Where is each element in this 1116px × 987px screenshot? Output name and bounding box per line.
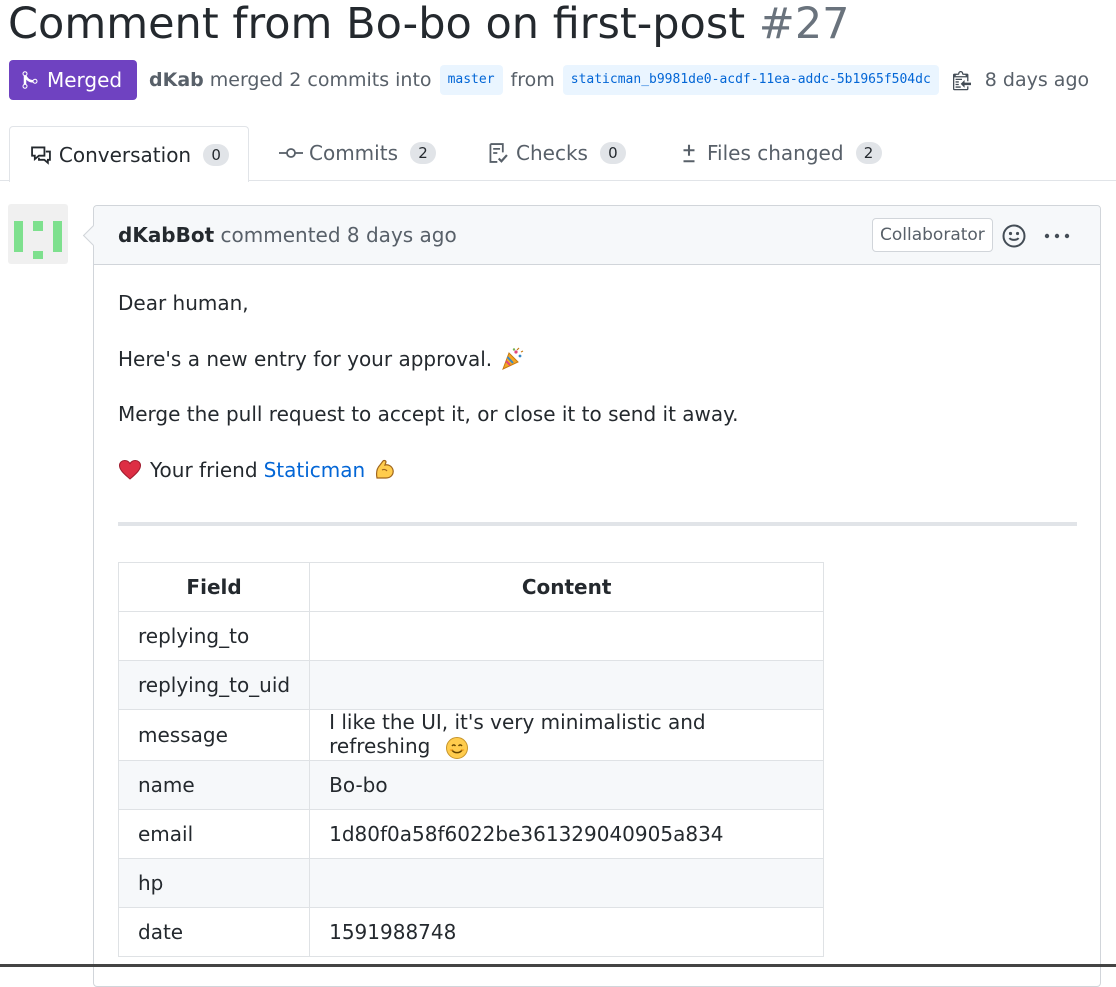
content-cell: I like the UI, it's very minimalistic an… [309, 709, 825, 761]
heart-icon [118, 459, 142, 480]
table-row: message I like the UI, it's very minimal… [117, 709, 825, 761]
git-commit-icon [279, 148, 303, 158]
tab-conversation-count: 0 [203, 143, 230, 166]
table-row: replying_to [117, 611, 825, 661]
smiley-icon[interactable] [1001, 223, 1027, 249]
checklist-icon [489, 143, 508, 163]
tab-files-changed-count: 2 [855, 142, 882, 164]
field-cell: date [117, 906, 311, 957]
comment-author[interactable]: dKabBot [118, 223, 214, 247]
smiling-face-icon [445, 736, 468, 759]
clipboard-icon[interactable] [952, 69, 971, 91]
table-row: hp [117, 857, 825, 908]
instruction-line: Merge the pull request to accept it, or … [118, 402, 739, 426]
tab-checks-label: Checks [516, 141, 588, 165]
tab-commits-label: Commits [309, 141, 398, 165]
state-label: Merged [47, 68, 123, 92]
comment-discussion-icon [31, 146, 51, 165]
message-text: I like the UI, it's very minimalistic an… [329, 710, 706, 758]
flexed-biceps-icon [376, 459, 394, 479]
approval-line: Here's a new entry for your approval. [118, 344, 524, 374]
identicon-icon [14, 221, 62, 259]
tab-files-changed[interactable]: Files changed 2 [677, 126, 882, 180]
field-cell: replying_to [117, 611, 311, 661]
signoff-line: Your friend Staticman [118, 455, 397, 485]
merge-summary: dKab merged 2 commits into master from s… [149, 60, 1089, 100]
tab-files-changed-label: Files changed [707, 141, 844, 165]
base-branch[interactable]: master [439, 65, 503, 95]
approval-text: Here's a new entry for your approval. [118, 347, 493, 371]
pr-title-text: Comment from Bo-bo on first-post [8, 0, 746, 49]
merge-time: 8 days ago [984, 69, 1090, 91]
field-cell: hp [117, 857, 311, 908]
comment-action[interactable]: commented 8 days ago [221, 223, 457, 247]
pr-number: #27 [758, 0, 850, 49]
field-column-header: Field [117, 562, 311, 612]
tab-checks-count: 0 [599, 142, 626, 164]
tab-checks[interactable]: Checks 0 [486, 126, 626, 180]
merge-action-text: merged 2 commits into [209, 69, 432, 91]
greeting: Dear human, [118, 291, 249, 315]
field-cell: email [117, 808, 311, 859]
pr-author-link[interactable]: dKab [149, 60, 204, 100]
from-text: from [510, 69, 555, 91]
table-row: email 1d80f0a58f6022be361329040905a834 [117, 808, 825, 859]
pr-meta: Merged dKab merged 2 commits into master… [8, 60, 1116, 100]
comment-box: dKabBot commented 8 days ago Collaborato… [93, 205, 1101, 987]
tab-commits[interactable]: Commits 2 [279, 126, 436, 180]
content-cell [309, 611, 825, 661]
content-cell: 1591988748 [309, 906, 825, 957]
collaborator-badge: Collaborator [872, 218, 993, 252]
content-cell: Bo-bo [309, 759, 825, 810]
avatar[interactable] [8, 204, 68, 264]
table-header-row: Field Content [117, 562, 825, 612]
git-merge-icon [22, 71, 38, 89]
party-popper-icon [502, 347, 524, 370]
fields-table: Field Content replying_to replying_to_ui… [117, 562, 825, 957]
tab-commits-count: 2 [409, 142, 436, 164]
content-cell: 1d80f0a58f6022be361329040905a834 [309, 808, 825, 859]
content-cell [309, 660, 825, 710]
content-column-header: Content [309, 562, 825, 612]
tab-conversation[interactable]: Conversation 0 [9, 126, 249, 182]
table-row: date 1591988748 [117, 906, 825, 957]
field-cell: message [117, 709, 311, 761]
staticman-link[interactable]: Staticman [264, 455, 366, 485]
head-branch[interactable]: staticman_b9981de0-acdf-11ea-addc-5b1965… [562, 65, 939, 95]
signoff-text: Your friend [150, 458, 258, 482]
table-row: replying_to_uid [117, 660, 825, 710]
merged-badge: Merged [9, 60, 137, 100]
content-cell [309, 857, 825, 908]
kebab-horizontal-icon[interactable] [1042, 223, 1072, 249]
divider [118, 522, 1077, 526]
field-cell: replying_to_uid [117, 660, 311, 710]
pr-title: Comment from Bo-bo on first-post #27 [8, 0, 850, 54]
pr-tabs: Conversation 0 Commits 2 Checks 0 Files … [0, 126, 1116, 182]
tab-conversation-label: Conversation [58, 142, 192, 167]
comment-header: dKabBot commented 8 days ago Collaborato… [94, 206, 1100, 265]
table-row: name Bo-bo [117, 759, 825, 810]
comment-meta: dKabBot commented 8 days ago [118, 206, 457, 264]
diff-icon [683, 144, 695, 163]
field-cell: name [117, 759, 311, 810]
